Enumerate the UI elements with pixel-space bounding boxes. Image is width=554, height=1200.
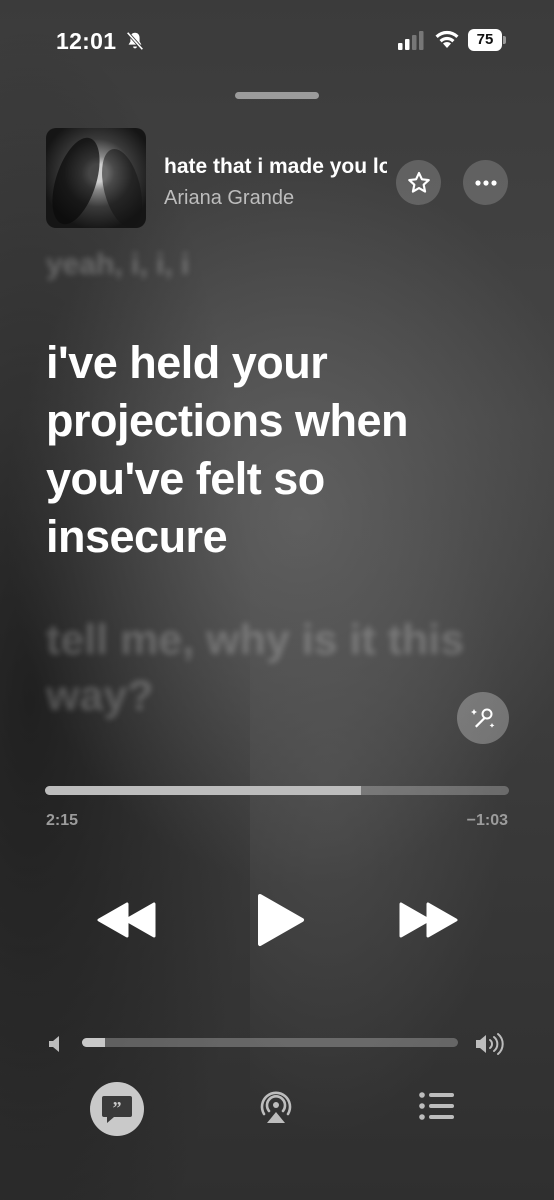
- sing-button[interactable]: [457, 692, 509, 744]
- more-icon: [474, 179, 497, 186]
- song-title-marquee: hate that i made you love me: [164, 155, 387, 185]
- sheet-grabber[interactable]: [235, 92, 319, 99]
- elapsed-time: 2:15: [46, 812, 79, 829]
- svg-text:”: ”: [113, 1098, 122, 1118]
- fast-forward-icon[interactable]: [398, 900, 458, 940]
- more-button[interactable]: [463, 160, 508, 205]
- playback-progress-fill: [45, 786, 361, 795]
- favorite-button[interactable]: [396, 160, 441, 205]
- lyric-line-previous[interactable]: yeah, i, i, i: [46, 248, 189, 282]
- volume-level-fill: [82, 1038, 105, 1047]
- airplay-icon[interactable]: [256, 1086, 296, 1126]
- volume-high-icon: [476, 1033, 504, 1055]
- lyrics-icon: ”: [102, 1096, 132, 1123]
- rewind-icon[interactable]: [97, 900, 157, 940]
- battery-percent: 75: [476, 31, 494, 48]
- volume-slider[interactable]: [82, 1038, 458, 1047]
- battery-icon: 75: [468, 29, 508, 51]
- status-time: 12:01: [56, 28, 117, 54]
- cellular-signal-icon: [398, 31, 424, 50]
- sing-icon: [471, 708, 495, 728]
- lyric-line-next[interactable]: tell me, why is it this way?: [46, 612, 466, 724]
- star-icon: [407, 171, 430, 193]
- lyric-line-current[interactable]: i've held your projections when you've f…: [46, 334, 516, 566]
- wifi-icon: [435, 30, 459, 48]
- song-title: hate that i made you love me: [164, 155, 387, 178]
- playback-scrubber[interactable]: [45, 786, 509, 795]
- artist-name[interactable]: Ariana Grande: [164, 187, 294, 210]
- volume-low-icon: [49, 1036, 59, 1052]
- queue-icon[interactable]: [418, 1090, 456, 1122]
- lyrics-toggle-button[interactable]: ”: [90, 1082, 144, 1136]
- remaining-time: −1:03: [466, 812, 508, 829]
- play-icon[interactable]: [254, 892, 306, 948]
- bell-slash-icon: [126, 31, 144, 51]
- album-artwork[interactable]: [46, 128, 146, 228]
